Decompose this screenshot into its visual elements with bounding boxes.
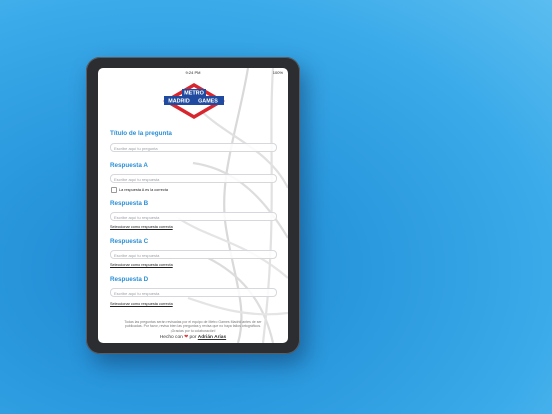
review-note-line2: publicadas. Por favor, revisa bien las p… (124, 324, 262, 329)
heart-icon: ❤ (184, 335, 189, 340)
logo-text-madrid: MADRID (168, 99, 190, 105)
metro-madrid-games-logo: METRO MADRID GAMES (163, 83, 225, 119)
answer-d-label: Respuesta D (110, 276, 149, 283)
answer-b-label: Respuesta B (110, 200, 149, 207)
logo-text-games: GAMES (198, 99, 218, 105)
author-link[interactable]: Adrián Arias (198, 335, 226, 340)
logo-text-metro: METRO (184, 91, 205, 97)
made-with-text: Hecho con (159, 335, 183, 340)
answer-d-input[interactable]: Escribe aquí tu respuesta (110, 288, 277, 297)
answer-d-select-correct-link[interactable]: Seleccionar como respuesta correcta (110, 302, 173, 306)
answer-c-input[interactable]: Escribe aquí tu respuesta (110, 250, 277, 259)
answer-a-correct-label: La respuesta A es la correcta (119, 188, 168, 192)
review-note-line3: ¡Gracias por tu colaboración! (170, 328, 216, 333)
made-with-credit: Hecho con ❤ por Adrián Arias (98, 335, 288, 340)
answer-a-correct-checkbox[interactable]: La respuesta A es la correcta (111, 187, 168, 193)
app-screen: 9:24 PM 100% METRO MADRID GAMES Título d… (98, 68, 288, 343)
answer-b-select-correct-link[interactable]: Seleccionar como respuesta correcta (110, 225, 173, 229)
status-time: 9:24 PM (185, 70, 201, 75)
status-bar: 9:24 PM 100% (98, 70, 288, 77)
answer-c-label: Respuesta C (110, 238, 149, 245)
answer-b-input[interactable]: Escribe aquí tu respuesta (110, 212, 277, 221)
answer-a-input[interactable]: Escribe aquí tu respuesta (110, 174, 277, 183)
answer-c-select-correct-link[interactable]: Seleccionar como respuesta correcta (110, 263, 173, 267)
review-note: Todas las preguntas serán revisadas por … (104, 320, 282, 333)
checkbox-box[interactable] (111, 187, 117, 193)
question-title-label: Título de la pregunta (110, 130, 172, 137)
by-text: por (189, 335, 197, 340)
answer-a-label: Respuesta A (110, 162, 148, 169)
question-input[interactable]: Escribe aquí tu pregunta (110, 143, 277, 152)
